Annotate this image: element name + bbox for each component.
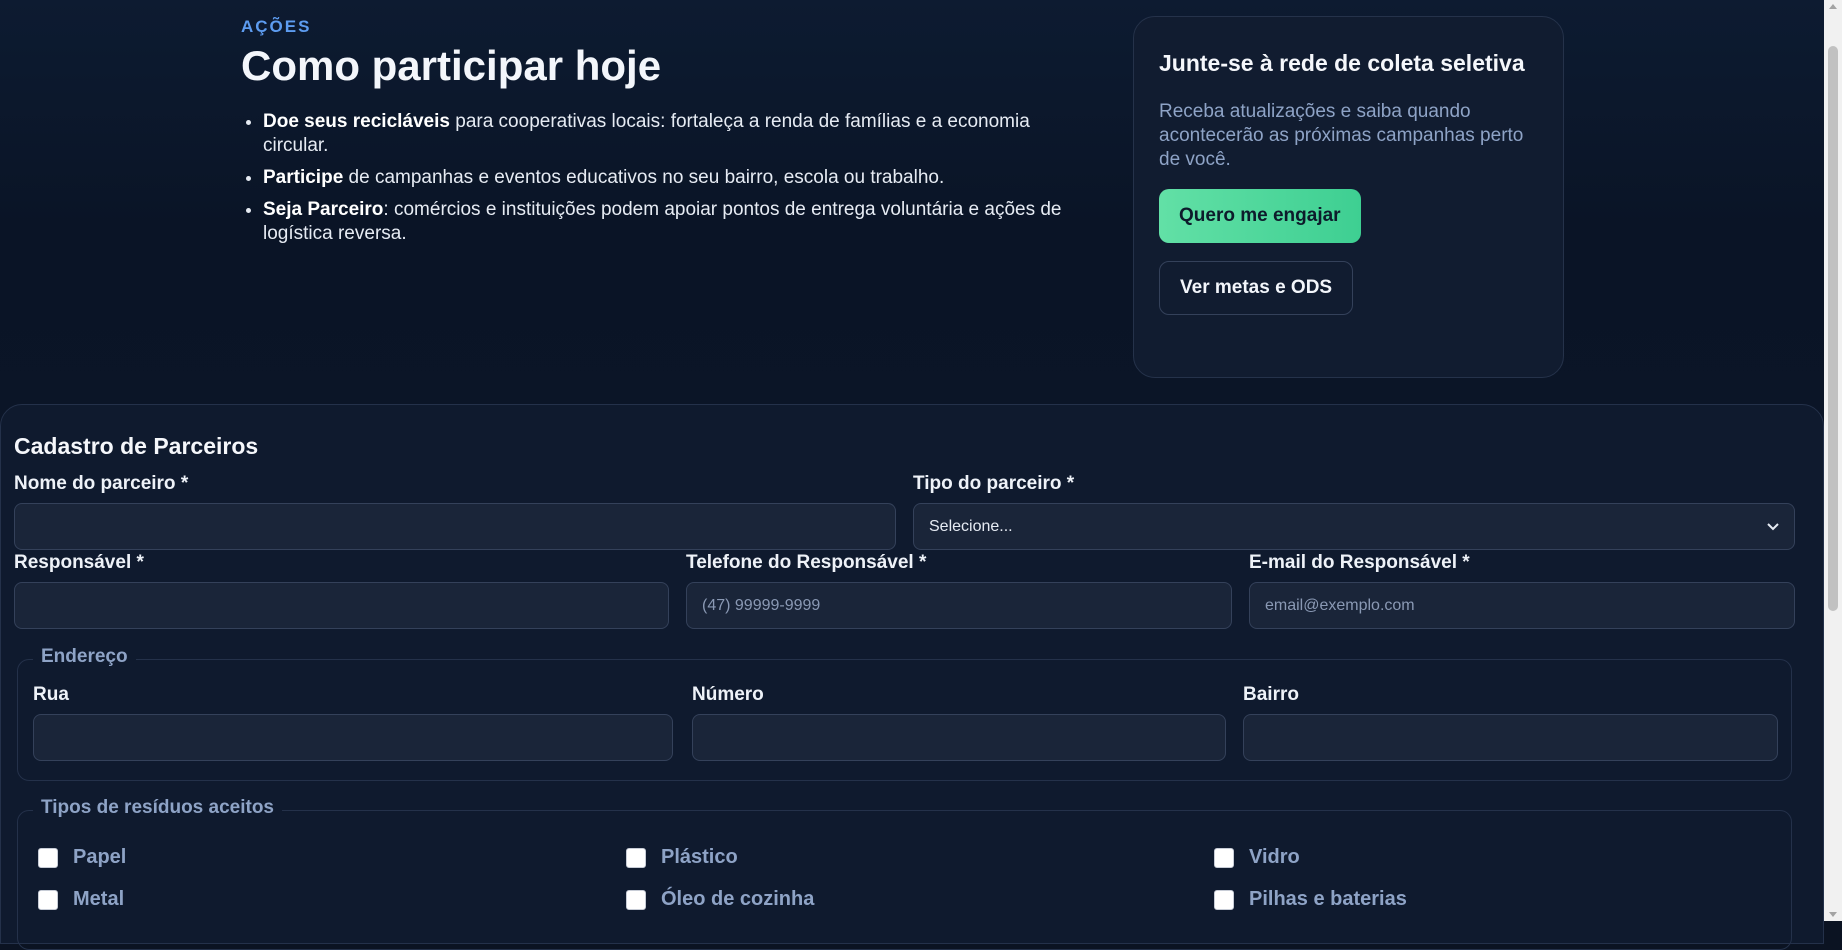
checkbox[interactable]: [1214, 847, 1234, 868]
residuo-option-metal[interactable]: Metal: [38, 888, 124, 911]
residuo-option-label: Pilhas e baterias: [1249, 888, 1407, 910]
form-title: Cadastro de Parceiros: [14, 433, 259, 459]
endereco-fieldset: Endereço Rua Número Bairro: [17, 646, 1792, 781]
partner-form: Cadastro de Parceiros Nome do parceiro *…: [0, 404, 1824, 950]
tipo-select[interactable]: Selecione...: [913, 503, 1795, 550]
engage-button[interactable]: Quero me engajar: [1159, 189, 1361, 243]
rua-input[interactable]: [33, 714, 673, 761]
nome-input[interactable]: [14, 503, 896, 550]
tipo-select-value: Selecione...: [929, 517, 1013, 535]
residuo-option-papel[interactable]: Papel: [38, 846, 126, 869]
page-title: Como participar hoje: [241, 42, 662, 89]
list-item-text: : comércios e instituições podem apoiar …: [263, 199, 1062, 244]
list-item-text: de campanhas e eventos educativos no seu…: [343, 167, 945, 188]
residuo-option-label: Óleo de cozinha: [661, 888, 815, 910]
responsavel-label: Responsável *: [14, 552, 144, 573]
residuo-option-plastico[interactable]: Plástico: [626, 846, 738, 869]
residuo-option-oleo[interactable]: Óleo de cozinha: [626, 888, 814, 911]
list-item: Doe seus recicláveis para cooperativas l…: [263, 110, 1093, 158]
email-input[interactable]: [1249, 582, 1795, 629]
telefone-input[interactable]: [686, 582, 1232, 629]
list-item: Participe de campanhas e eventos educati…: [263, 166, 1093, 190]
residuo-option-label: Metal: [73, 888, 125, 910]
section-eyebrow: AÇÕES: [241, 17, 312, 36]
residuo-option-label: Vidro: [1249, 846, 1300, 868]
email-label: E-mail do Responsável *: [1249, 552, 1470, 573]
endereco-legend: Endereço: [33, 646, 136, 668]
list-item-strong: Seja Parceiro: [263, 199, 384, 220]
scrollbar[interactable]: [1824, 0, 1842, 921]
numero-label: Número: [692, 684, 764, 705]
tipo-label: Tipo do parceiro *: [913, 473, 1075, 494]
residuo-option-label: Plástico: [661, 846, 738, 868]
residuos-legend: Tipos de resíduos aceitos: [33, 797, 283, 819]
responsavel-input[interactable]: [14, 582, 669, 629]
rua-label: Rua: [33, 684, 69, 705]
residuo-option-label: Papel: [73, 846, 127, 868]
bairro-label: Bairro: [1243, 684, 1299, 705]
card-title: Junte-se à rede de coleta seletiva: [1159, 50, 1525, 76]
checkbox[interactable]: [38, 847, 58, 868]
checkbox[interactable]: [38, 889, 58, 910]
card-description: Receba atualizações e saiba quando acont…: [1159, 101, 1524, 170]
nome-label: Nome do parceiro *: [14, 473, 189, 494]
bairro-input[interactable]: [1243, 714, 1778, 761]
checkbox[interactable]: [1214, 889, 1234, 910]
list-item-strong: Doe seus recicláveis: [263, 111, 450, 132]
numero-input[interactable]: [692, 714, 1226, 761]
chevron-down-icon: [1767, 522, 1779, 530]
residuos-fieldset: Tipos de resíduos aceitos Papel Plástico…: [17, 797, 1792, 950]
residuo-option-pilhas[interactable]: Pilhas e baterias: [1214, 888, 1407, 911]
list-item: Seja Parceiro: comércios e instituições …: [263, 198, 1093, 246]
list-item-strong: Participe: [263, 167, 344, 188]
goals-button[interactable]: Ver metas e ODS: [1159, 261, 1354, 315]
checkbox[interactable]: [626, 889, 646, 910]
telefone-label: Telefone do Responsável *: [686, 552, 927, 573]
residuo-option-vidro[interactable]: Vidro: [1214, 846, 1300, 869]
scroll-up-icon[interactable]: [1829, 4, 1837, 9]
checkbox[interactable]: [626, 847, 646, 868]
hero-section: AÇÕES Como participar hoje Doe seus reci…: [0, 0, 1824, 420]
scroll-down-icon[interactable]: [1829, 912, 1837, 917]
join-card: Junte-se à rede de coleta seletiva Receb…: [1133, 16, 1564, 378]
action-list: Doe seus recicláveis para cooperativas l…: [241, 110, 1093, 254]
scrollbar-thumb[interactable]: [1828, 46, 1838, 611]
